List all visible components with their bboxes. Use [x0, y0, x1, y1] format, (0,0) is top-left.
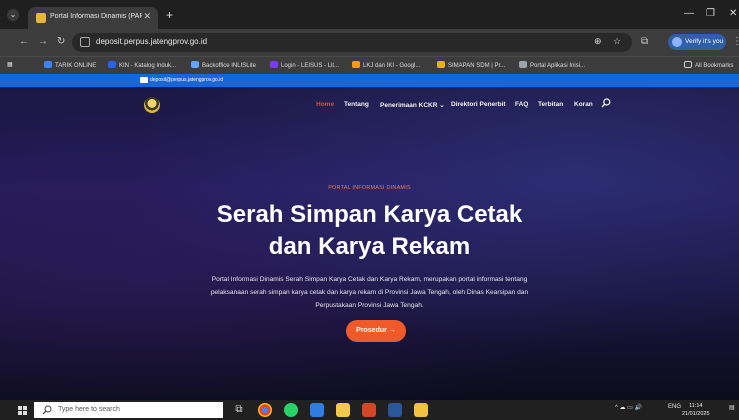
bookmark-icon — [270, 61, 278, 68]
nav-terbitan[interactable]: Terbitan — [538, 101, 563, 108]
taskbar-clock[interactable]: 11:14 21/01/2025 — [682, 402, 710, 418]
file-explorer-icon[interactable] — [336, 403, 350, 417]
forward-icon[interactable]: → — [38, 36, 48, 47]
word-icon[interactable] — [388, 403, 402, 417]
minimize-icon[interactable]: — — [684, 8, 694, 19]
taskbar-search-placeholder: Type here to search — [58, 406, 120, 413]
bookmark-icon — [191, 61, 199, 68]
site-favicon-icon — [36, 13, 46, 23]
nav-direktori-penerbit[interactable]: Direktori Penerbit — [451, 101, 506, 108]
bookmark-icon — [519, 61, 527, 68]
hero-title-line-1: Serah Simpan Karya Cetak — [216, 201, 523, 228]
all-bookmarks-button[interactable]: All Bookmarks — [684, 61, 733, 69]
tab-strip: ⌄ Portal Informasi Dinamis (PARIS ✕ + — … — [0, 0, 739, 29]
web-page: deposit@perpus.jatengprov.go.id Home Ten… — [0, 74, 739, 400]
chrome-icon[interactable] — [258, 403, 272, 417]
notification-icon[interactable]: ▤ — [729, 404, 735, 411]
bookmark-item[interactable]: LKJ dan IKI - Googl... — [352, 61, 420, 69]
task-view-icon[interactable]: ⧉ — [232, 403, 246, 417]
powerpoint-icon[interactable] — [362, 403, 376, 417]
mail-app-icon[interactable] — [310, 403, 324, 417]
tray-icons[interactable]: ^ ☁ ▭ 🔊 — [615, 404, 642, 411]
mail-icon — [140, 77, 148, 83]
contact-topbar: deposit@perpus.jatengprov.go.id — [0, 74, 739, 87]
bookmark-item[interactable]: Login - LEISUS - Lit... — [270, 61, 339, 69]
bookmark-icon — [437, 61, 445, 68]
new-tab-button[interactable]: + — [166, 8, 173, 22]
clock-time: 11:14 — [689, 403, 703, 409]
browser-tab[interactable]: Portal Informasi Dinamis (PARIS ✕ — [28, 7, 158, 29]
nav-koran[interactable]: Koran — [574, 101, 593, 108]
language-indicator[interactable]: ENG — [668, 404, 681, 410]
file-manager-icon[interactable] — [414, 403, 428, 417]
windows-taskbar: Type here to search ⧉ ^ ☁ ▭ 🔊 ENG 11:14 … — [0, 400, 739, 420]
close-window-icon[interactable]: ✕ — [729, 8, 737, 19]
tab-title: Portal Informasi Dinamis (PARIS — [50, 13, 142, 20]
bookmark-icon — [352, 61, 360, 68]
maximize-icon[interactable]: ❐ — [706, 8, 715, 19]
verify-profile-button[interactable]: Verify it's you — [668, 34, 726, 50]
verify-label: Verify it's you — [685, 38, 724, 45]
bookmark-item[interactable]: KIN - Katalog Induk... — [108, 61, 176, 69]
browser-menu-icon[interactable]: ⋮ — [732, 36, 739, 47]
search-icon — [42, 405, 52, 415]
bookmark-icon — [44, 61, 52, 68]
bookmark-star-icon[interactable]: ☆ — [613, 36, 621, 47]
address-bar[interactable]: deposit.perpus.jatengprov.go.id ⊕ ☆ — [72, 33, 632, 52]
reload-icon[interactable]: ↻ — [57, 36, 65, 47]
nav-penerimaan-kckr[interactable]: Penerimaan KCKR ⌄ — [380, 101, 445, 109]
apps-grid-icon[interactable]: ▦ — [7, 61, 13, 68]
prosedur-button[interactable]: Prosedur → — [346, 320, 406, 342]
windows-start-icon[interactable] — [18, 406, 27, 415]
search-icon[interactable] — [601, 98, 611, 108]
hero-title-line-2: dan Karya Rekam — [268, 233, 471, 260]
extensions-icon[interactable]: ⧉ — [641, 36, 648, 47]
bookmark-item[interactable]: Backoffice INLISLite — [191, 61, 256, 69]
nav-home[interactable]: Home — [316, 101, 334, 108]
browser-toolbar: ← → ↻ deposit.perpus.jatengprov.go.id ⊕ … — [0, 29, 739, 56]
bookmarks-bar: ▦ TARIK ONLINE KIN - Katalog Induk... Ba… — [0, 56, 739, 74]
nav-faq[interactable]: FAQ — [515, 101, 528, 108]
folder-icon — [684, 61, 692, 68]
bookmark-item[interactable]: Portal Aplikasi Inisi... — [519, 61, 585, 69]
tab-search-menu-button[interactable]: ⌄ — [7, 9, 19, 21]
hero-description-line-1: Portal Informasi Dinamis Serah Simpan Ka… — [211, 276, 528, 283]
profile-avatar-icon — [672, 37, 682, 47]
bookmark-item[interactable]: SIMAPAN SDM | Pr... — [437, 61, 505, 69]
zoom-icon[interactable]: ⊕ — [594, 36, 602, 47]
bookmark-item[interactable]: TARIK ONLINE — [44, 61, 96, 69]
bookmark-icon — [108, 61, 116, 68]
site-logo[interactable] — [144, 97, 160, 113]
back-icon[interactable]: ← — [19, 36, 29, 47]
hero-description-line-2: pelaksanaan serah simpan karya cetak dan… — [210, 289, 529, 296]
site-info-icon[interactable] — [80, 37, 90, 47]
tab-close-icon[interactable]: ✕ — [143, 11, 151, 22]
url-text: deposit.perpus.jatengprov.go.id — [96, 37, 208, 46]
clock-date: 21/01/2025 — [682, 411, 710, 417]
whatsapp-icon[interactable] — [284, 403, 298, 417]
hero-tagline: PORTAL INFORMASI DINAMIS — [328, 185, 411, 191]
contact-email[interactable]: deposit@perpus.jatengprov.go.id — [150, 77, 223, 83]
taskbar-search-box[interactable]: Type here to search — [34, 402, 223, 418]
hero-description-line-3: Perpustakaan Provinsi Jawa Tengah. — [315, 302, 424, 309]
nav-tentang[interactable]: Tentang — [344, 101, 369, 108]
